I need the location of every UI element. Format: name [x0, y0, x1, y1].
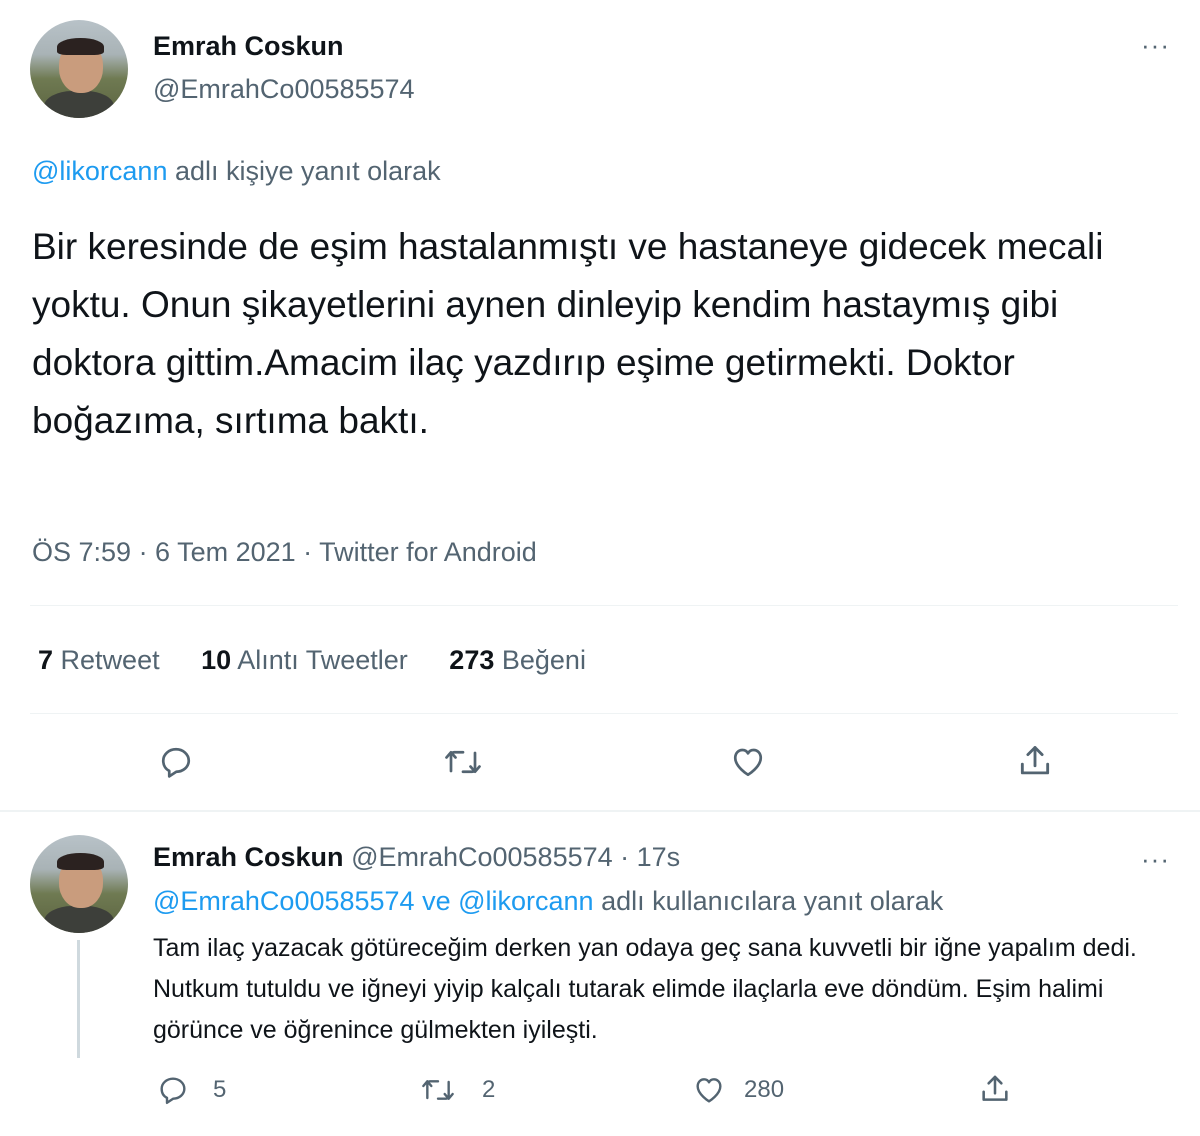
more-options-icon[interactable]: ··· [1141, 844, 1170, 875]
timestamp[interactable]: · 17s [620, 842, 680, 872]
tweet-text: Bir keresinde de eşim hastalanmıştı ve h… [32, 226, 1104, 441]
avatar[interactable] [30, 835, 128, 933]
like-icon [733, 748, 763, 777]
share-icon [982, 1075, 1008, 1101]
thread-line [77, 940, 80, 1058]
retweet-button[interactable] [443, 744, 483, 780]
divider [30, 605, 1178, 606]
divider [30, 713, 1178, 714]
retweet-stat[interactable]: 7 Retweet [38, 645, 167, 675]
reply-icon [161, 747, 191, 778]
reply-count: 5 [213, 1076, 227, 1103]
reply-to-links[interactable]: @EmrahCo00585574 ve @likorcann [153, 886, 594, 916]
retweet-button[interactable]: 2 [420, 1074, 495, 1106]
avatar[interactable] [30, 20, 128, 118]
share-button[interactable] [1016, 742, 1054, 780]
author-handle[interactable]: @EmrahCo00585574 [351, 842, 613, 872]
reply-header: Emrah Coskun @EmrahCo00585574 · 17s [153, 842, 680, 873]
like-icon [696, 1078, 722, 1103]
reply-context: @likorcann adlı kişiye yanıt olarak [32, 156, 441, 187]
tweet-stats: 7 Retweet 10 Alıntı Tweetler 273 Beğeni [38, 645, 586, 676]
author-handle[interactable]: @EmrahCo00585574 [153, 74, 415, 105]
reply-text: Tam ilaç yazacak götüreceğim derken yan … [153, 934, 1137, 1044]
divider [0, 810, 1200, 812]
reply-context: @EmrahCo00585574 ve @likorcann adlı kull… [153, 886, 943, 917]
share-icon [1020, 746, 1050, 775]
author-name[interactable]: Emrah Coskun [153, 31, 344, 62]
retweet-count: 2 [482, 1076, 496, 1103]
reply-to-suffix: adlı kullanıcılara yanıt olarak [601, 886, 944, 916]
author-name[interactable]: Emrah Coskun [153, 842, 344, 872]
reply-to-suffix: adlı kişiye yanıt olarak [174, 156, 441, 186]
tweet-meta[interactable]: ÖS 7:59 · 6 Tem 2021 · Twitter for Andro… [32, 537, 537, 568]
reply-icon [160, 1077, 186, 1104]
like-button[interactable] [729, 744, 767, 780]
retweet-icon [445, 750, 481, 774]
reply-to-link[interactable]: @likorcann [32, 156, 167, 186]
share-button[interactable] [978, 1072, 1012, 1106]
like-count: 280 [744, 1076, 785, 1103]
retweet-icon [422, 1080, 454, 1100]
more-options-icon[interactable]: ··· [1141, 30, 1170, 61]
like-button[interactable]: 280 [692, 1074, 784, 1106]
quote-stat[interactable]: 10 Alıntı Tweetler [201, 645, 415, 675]
like-stat[interactable]: 273 Beğeni [449, 645, 586, 675]
reply-button[interactable] [158, 744, 194, 780]
reply-button[interactable]: 5 [157, 1074, 226, 1106]
